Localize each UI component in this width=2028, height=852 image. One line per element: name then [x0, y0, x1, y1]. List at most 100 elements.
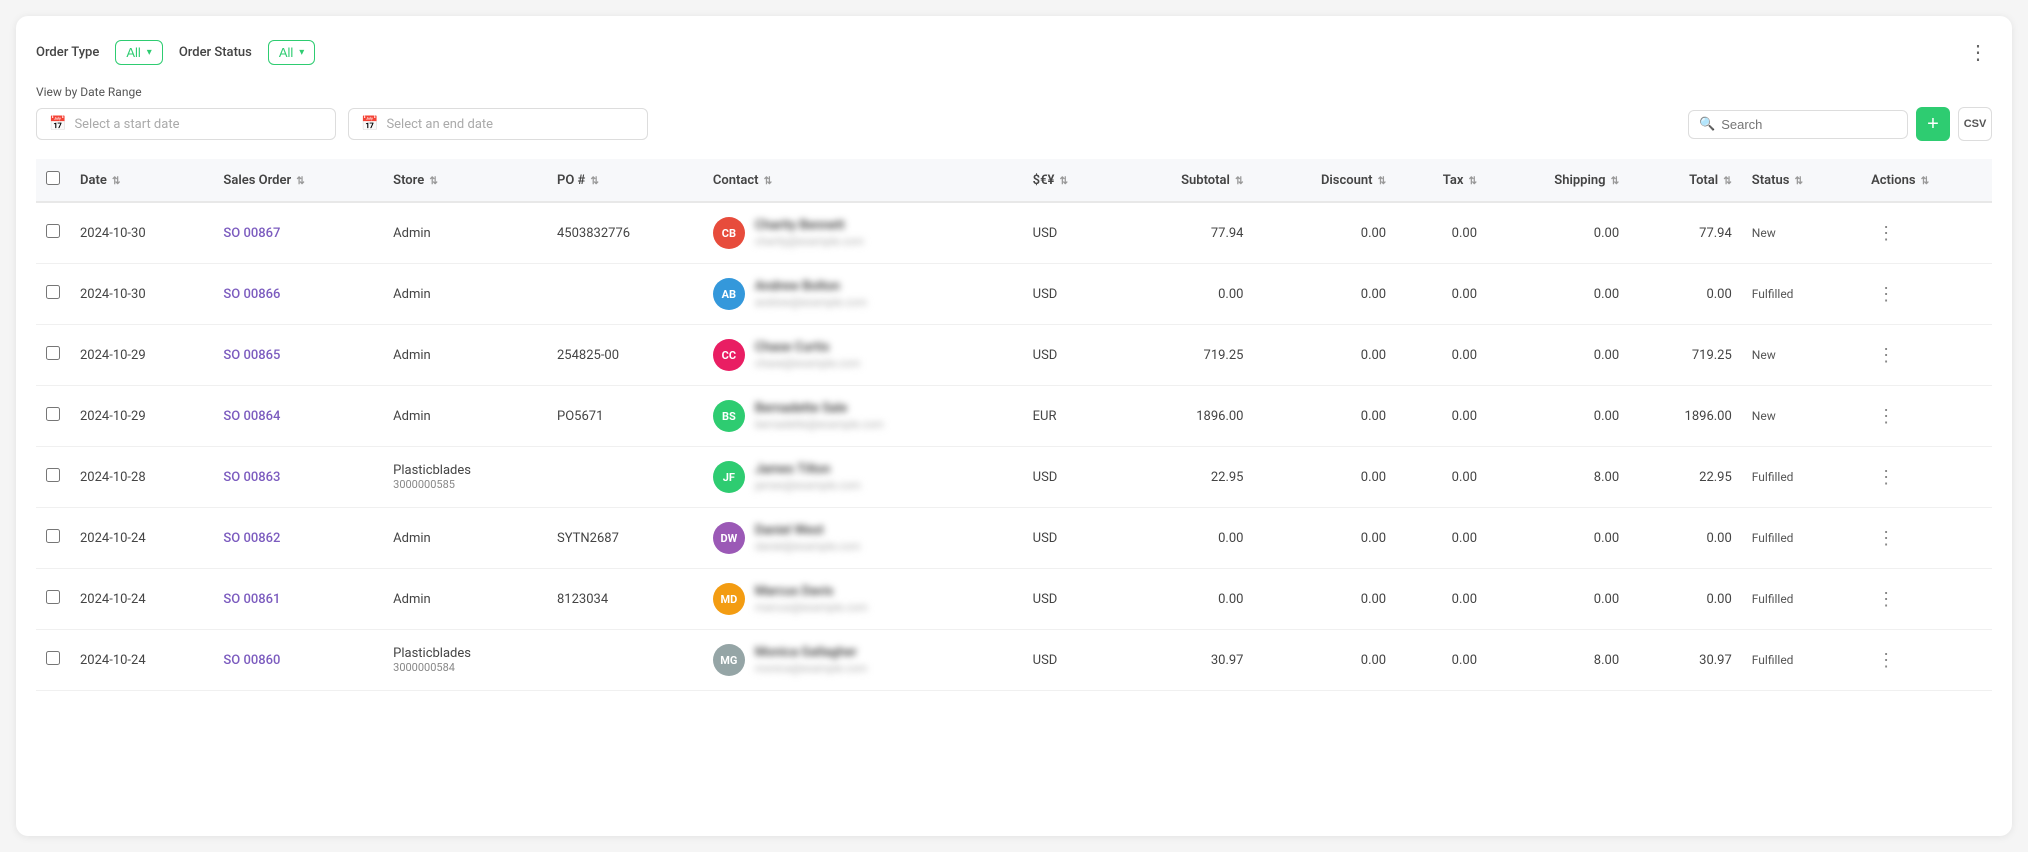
row-actions[interactable]: ⋮: [1861, 202, 1992, 264]
row-actions-button[interactable]: ⋮: [1871, 282, 1901, 307]
row-actions-button[interactable]: ⋮: [1871, 648, 1901, 673]
col-shipping[interactable]: Shipping ⇅: [1487, 159, 1629, 202]
row-actions[interactable]: ⋮: [1861, 264, 1992, 325]
row-actions[interactable]: ⋮: [1861, 325, 1992, 386]
col-status[interactable]: Status ⇅: [1742, 159, 1861, 202]
row-store: Admin: [383, 264, 547, 325]
table-row: 2024-10-30 SO 00867 Admin 4503832776 CB …: [36, 202, 1992, 264]
more-options-button[interactable]: ⋮: [1964, 36, 1992, 69]
sales-order-link: SO 00860: [223, 653, 280, 668]
row-sales-order[interactable]: SO 00866: [213, 264, 383, 325]
row-actions-button[interactable]: ⋮: [1871, 221, 1901, 246]
row-status: Fulfilled: [1742, 508, 1861, 569]
row-currency: USD: [1023, 325, 1116, 386]
start-date-input[interactable]: 📅 Select a start date: [36, 108, 336, 140]
row-actions[interactable]: ⋮: [1861, 508, 1992, 569]
row-actions-button[interactable]: ⋮: [1871, 343, 1901, 368]
col-discount[interactable]: Discount ⇅: [1253, 159, 1396, 202]
row-discount: 0.00: [1253, 508, 1396, 569]
row-actions-button[interactable]: ⋮: [1871, 587, 1901, 612]
row-total: 1896.00: [1629, 386, 1742, 447]
contact-info: Chase Curtis chase@example.com: [755, 340, 860, 370]
row-discount: 0.00: [1253, 447, 1396, 508]
row-sales-order[interactable]: SO 00862: [213, 508, 383, 569]
contact-info: James Tilton james@example.com: [755, 462, 861, 492]
row-checkbox-cell[interactable]: [36, 202, 70, 264]
row-shipping: 0.00: [1487, 569, 1629, 630]
chevron-down-icon: ▾: [147, 47, 152, 58]
contact-name: Daniel West: [755, 523, 861, 538]
row-subtotal: 719.25: [1115, 325, 1253, 386]
row-sales-order[interactable]: SO 00865: [213, 325, 383, 386]
row-checkbox-4[interactable]: [46, 468, 60, 482]
select-all-checkbox[interactable]: [46, 171, 60, 185]
order-status-dropdown[interactable]: All ▾: [268, 40, 315, 65]
row-checkbox-0[interactable]: [46, 224, 60, 238]
row-total: 0.00: [1629, 264, 1742, 325]
row-date: 2024-10-24: [70, 569, 213, 630]
col-sales-order[interactable]: Sales Order ⇅: [213, 159, 383, 202]
csv-label: CSV: [1964, 118, 1987, 130]
row-actions-button[interactable]: ⋮: [1871, 465, 1901, 490]
row-checkbox-2[interactable]: [46, 346, 60, 360]
col-tax[interactable]: Tax ⇅: [1396, 159, 1487, 202]
row-checkbox-cell[interactable]: [36, 264, 70, 325]
col-date[interactable]: Date ⇅: [70, 159, 213, 202]
col-subtotal[interactable]: Subtotal ⇅: [1115, 159, 1253, 202]
avatar: CB: [713, 217, 745, 249]
row-checkbox-cell[interactable]: [36, 569, 70, 630]
row-checkbox-3[interactable]: [46, 407, 60, 421]
row-store: Plasticblades 3000000584: [383, 630, 547, 691]
row-actions[interactable]: ⋮: [1861, 386, 1992, 447]
row-date: 2024-10-30: [70, 202, 213, 264]
contact-info: Andrew Bolton andrew@example.com: [755, 279, 867, 309]
col-contact[interactable]: Contact ⇅: [703, 159, 1023, 202]
row-checkbox-cell[interactable]: [36, 508, 70, 569]
row-actions[interactable]: ⋮: [1861, 569, 1992, 630]
col-store[interactable]: Store ⇅: [383, 159, 547, 202]
search-input[interactable]: [1721, 117, 1897, 132]
row-checkbox-cell[interactable]: [36, 386, 70, 447]
avatar: AB: [713, 278, 745, 310]
row-checkbox-6[interactable]: [46, 590, 60, 604]
row-sales-order[interactable]: SO 00861: [213, 569, 383, 630]
search-icon: 🔍: [1699, 117, 1715, 132]
row-checkbox-cell[interactable]: [36, 630, 70, 691]
contact-info: Marcus Davis marcus@example.com: [755, 584, 868, 614]
row-sales-order[interactable]: SO 00864: [213, 386, 383, 447]
row-checkbox-cell[interactable]: [36, 447, 70, 508]
col-currency[interactable]: $€¥ ⇅: [1023, 159, 1116, 202]
row-checkbox-cell[interactable]: [36, 325, 70, 386]
sort-icon-currency: ⇅: [1060, 176, 1068, 187]
contact-name: Bernadette Sale: [755, 401, 884, 416]
row-store: Admin: [383, 202, 547, 264]
col-po[interactable]: PO # ⇅: [547, 159, 703, 202]
order-type-dropdown[interactable]: All ▾: [115, 40, 162, 65]
col-total[interactable]: Total ⇅: [1629, 159, 1742, 202]
contact-info: Monica Gallagher monica@example.com: [755, 645, 867, 675]
row-subtotal: 30.97: [1115, 630, 1253, 691]
row-discount: 0.00: [1253, 202, 1396, 264]
row-actions[interactable]: ⋮: [1861, 447, 1992, 508]
sort-icon-status: ⇅: [1795, 176, 1803, 187]
contact-sub-text: james@example.com: [755, 479, 861, 492]
search-box[interactable]: 🔍: [1688, 110, 1908, 139]
row-currency: EUR: [1023, 386, 1116, 447]
row-sales-order[interactable]: SO 00860: [213, 630, 383, 691]
csv-button[interactable]: CSV: [1958, 107, 1992, 141]
row-sales-order[interactable]: SO 00867: [213, 202, 383, 264]
contact-sub-text: daniel@example.com: [755, 540, 861, 553]
add-button[interactable]: +: [1916, 107, 1950, 141]
table-row: 2024-10-24 SO 00861 Admin 8123034 MD Mar…: [36, 569, 1992, 630]
row-checkbox-7[interactable]: [46, 651, 60, 665]
row-sales-order[interactable]: SO 00863: [213, 447, 383, 508]
select-all-header[interactable]: [36, 159, 70, 202]
contact-info: Bernadette Sale bernadette@example.com: [755, 401, 884, 431]
row-checkbox-5[interactable]: [46, 529, 60, 543]
end-date-input[interactable]: 📅 Select an end date: [348, 108, 648, 140]
row-actions-button[interactable]: ⋮: [1871, 404, 1901, 429]
row-checkbox-1[interactable]: [46, 285, 60, 299]
calendar-icon-2: 📅: [361, 116, 378, 132]
row-actions-button[interactable]: ⋮: [1871, 526, 1901, 551]
row-actions[interactable]: ⋮: [1861, 630, 1992, 691]
